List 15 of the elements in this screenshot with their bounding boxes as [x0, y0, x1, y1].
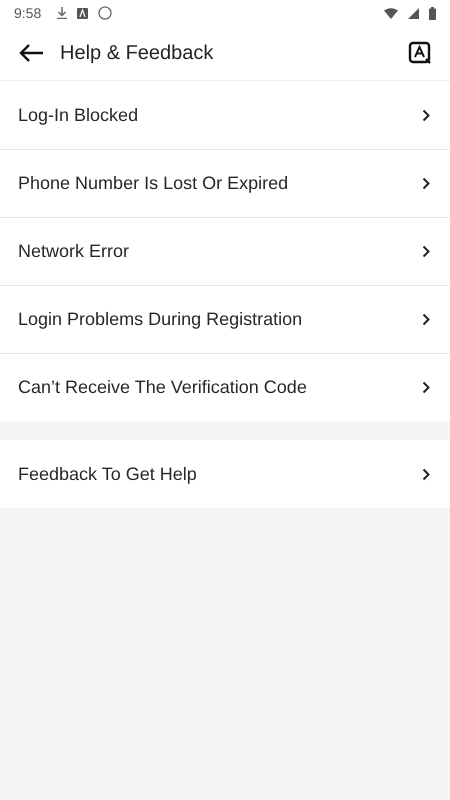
status-time: 9:58 [14, 5, 42, 21]
chevron-right-icon [422, 177, 430, 190]
wifi-icon [384, 8, 398, 18]
chevron-right-icon [422, 245, 430, 258]
chevron-right-icon [422, 468, 430, 480]
signal-icon [408, 8, 419, 18]
chevron-right-icon [422, 313, 430, 326]
chevron-right-icon [422, 108, 430, 122]
app-notification-icon [77, 8, 88, 18]
chevron-right-icon [422, 381, 430, 394]
back-button[interactable] [18, 43, 44, 63]
translate-button[interactable] [408, 41, 432, 65]
battery-icon [429, 6, 436, 20]
page-title: Help & Feedback [60, 42, 214, 64]
download-icon [57, 7, 68, 19]
